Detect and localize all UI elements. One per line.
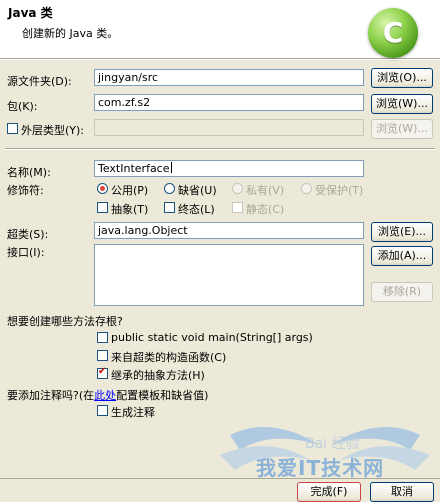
interfaces-remove-button[interactable]: 移除(R): [371, 282, 433, 302]
cancel-button[interactable]: 取消: [370, 482, 434, 502]
wizard-header: Java 类 创建新的 Java 类。 C: [0, 0, 440, 59]
source-folder-browse-button[interactable]: 浏览(O)...: [371, 68, 433, 88]
package-label: 包(K):: [7, 100, 38, 113]
configure-templates-link[interactable]: 此处: [94, 389, 116, 402]
modifier-private-radio[interactable]: [232, 183, 243, 194]
superclass-label: 超类(S):: [7, 228, 49, 241]
name-input-value: TextInterface: [98, 162, 170, 175]
modifier-default-label: 缺省(U): [178, 184, 217, 197]
modifier-abstract-label: 抽象(T): [111, 203, 149, 216]
watermark-overlay-text: Bai 经验: [305, 436, 360, 452]
enclosing-type-checkbox[interactable]: [7, 123, 18, 134]
stub-main-label: public static void main(String[] args): [111, 331, 313, 344]
finish-button[interactable]: 完成(F): [297, 482, 361, 502]
superclass-input[interactable]: java.lang.Object: [94, 222, 364, 239]
modifier-default-radio[interactable]: [164, 183, 175, 194]
source-folder-label: 源文件夹(D):: [7, 75, 72, 88]
comments-question-prefix: 要添加注释吗?(在: [7, 389, 95, 402]
stub-inherited-label: 继承的抽象方法(H): [111, 369, 205, 382]
new-class-logo-icon: C: [368, 8, 418, 58]
wizard-title: Java 类: [8, 6, 53, 20]
source-folder-input[interactable]: jingyan/src: [94, 69, 364, 86]
modifier-protected-radio[interactable]: [301, 183, 312, 194]
header-separator: [0, 59, 440, 60]
watermark-text: 我爱IT技术网: [256, 456, 385, 480]
modifiers-label: 修饰符:: [7, 184, 44, 197]
generate-comments-label: 生成注释: [111, 406, 155, 419]
interfaces-label: 接口(I):: [7, 246, 45, 259]
text-caret: [170, 162, 172, 173]
footer-divider: [0, 478, 440, 479]
stubs-question: 想要创建哪些方法存根?: [7, 315, 123, 328]
enclosing-type-input[interactable]: [94, 119, 364, 136]
enclosing-type-label: 外层类型(Y):: [21, 124, 85, 137]
stub-constructors-checkbox[interactable]: [97, 350, 108, 361]
modifier-private-label: 私有(V): [246, 184, 285, 197]
section-divider-highlight: [5, 149, 435, 150]
modifier-static-checkbox[interactable]: [232, 202, 243, 213]
wizard-description: 创建新的 Java 类。: [22, 27, 119, 40]
modifier-protected-label: 受保护(T): [315, 184, 364, 197]
modifier-final-checkbox[interactable]: [164, 202, 175, 213]
comments-question-suffix: 配置模板和缺省值): [116, 389, 209, 402]
modifier-public-label: 公用(P): [111, 184, 149, 197]
modifier-public-radio[interactable]: [97, 183, 108, 194]
superclass-browse-button[interactable]: 浏览(E)...: [371, 222, 433, 242]
stub-inherited-checkbox[interactable]: [97, 366, 108, 379]
modifier-final-label: 终态(L): [178, 203, 215, 216]
interfaces-add-button[interactable]: 添加(A)...: [371, 246, 433, 266]
modifier-abstract-checkbox[interactable]: [97, 202, 108, 213]
package-browse-button[interactable]: 浏览(W)...: [371, 94, 433, 114]
modifier-static-label: 静态(C): [246, 203, 285, 216]
name-label: 名称(M):: [7, 166, 51, 179]
stub-constructors-label: 来自超类的构造函数(C): [111, 351, 227, 364]
stub-main-checkbox[interactable]: [97, 332, 108, 343]
enclosing-type-browse-button[interactable]: 浏览(W)...: [371, 119, 433, 139]
comments-question: 要添加注释吗?(在此处配置模板和缺省值): [7, 387, 208, 403]
package-input[interactable]: com.zf.s2: [94, 94, 364, 111]
name-input[interactable]: TextInterface: [94, 160, 364, 177]
generate-comments-checkbox[interactable]: [97, 405, 108, 416]
interfaces-list[interactable]: [94, 244, 364, 306]
logo-letter-c-icon: C: [382, 16, 404, 49]
